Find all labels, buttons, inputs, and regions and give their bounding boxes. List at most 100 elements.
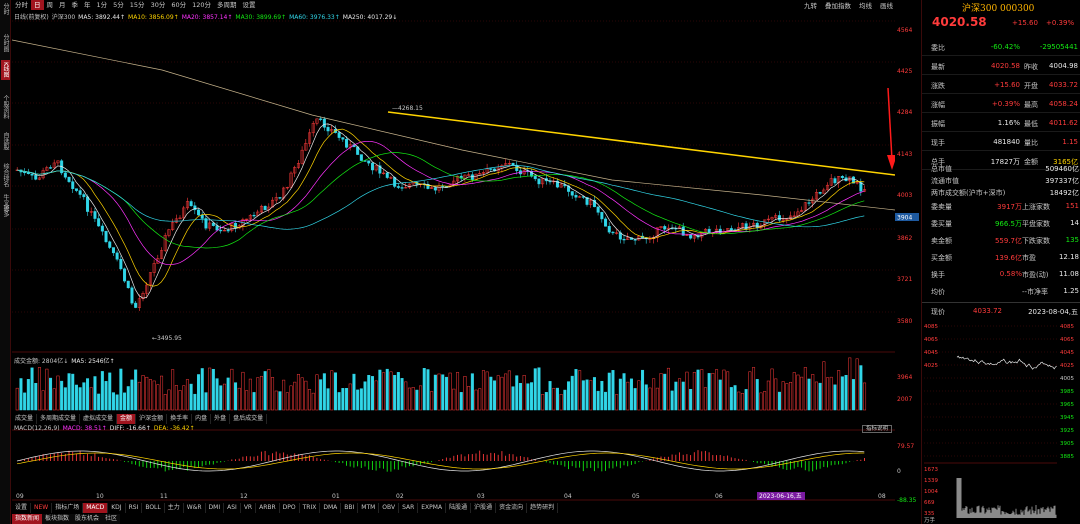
- volume-bar: [100, 371, 104, 411]
- intraday-mini-chart[interactable]: 4085 4085 4065 4065 4045 4045 4025 4025 4005 3985…: [922, 318, 1080, 523]
- toolbar-btn-0[interactable]: 九转: [800, 0, 821, 10]
- volume-bar: [148, 379, 152, 411]
- bottom-tabs-2-tab-2[interactable]: 指标广场: [52, 503, 84, 513]
- tab-period-9[interactable]: 30分: [148, 0, 169, 10]
- bottom-tabs-2-tab-7[interactable]: 主力: [165, 503, 184, 513]
- sidebar-btn-watchlist[interactable]: 自选股: [1, 130, 10, 152]
- sidebar-btn-profile[interactable]: 个股资料: [1, 92, 10, 122]
- bottom-tabs-2-tab-12[interactable]: ARBR: [256, 503, 280, 513]
- indicator-help-button[interactable]: 指标说明: [862, 425, 892, 433]
- toolbar-btn-1[interactable]: 叠加指数: [821, 0, 855, 10]
- tab-period-7[interactable]: 5分: [110, 0, 127, 10]
- bottom-tabs-2-tab-13[interactable]: DPO: [280, 503, 300, 513]
- candle-body: [622, 238, 626, 241]
- vol-tick-0: 3964: [897, 374, 912, 381]
- volume-bar: [507, 370, 511, 411]
- bottom-tabs-1-tab-2[interactable]: 虚拟成交量: [80, 414, 118, 424]
- bottom-tabs-1-tab-4[interactable]: 沪深金额: [136, 414, 168, 424]
- bottom-tabs-1-tab-3[interactable]: 金额: [117, 414, 137, 424]
- bottom-tabs-1-tab-5[interactable]: 换手率: [167, 414, 193, 424]
- volume-bar: [171, 369, 175, 411]
- bottom-tabs-2-tab-10[interactable]: ASI: [224, 503, 241, 513]
- bottom-tabs-2-tab-20[interactable]: EXPMA: [418, 503, 447, 513]
- volume-bar: [840, 376, 844, 411]
- bottom-tabs-2-tab-18[interactable]: OBV: [379, 503, 400, 513]
- bottom-tabs-2-tab-8[interactable]: W&R: [184, 503, 206, 513]
- macd-legend-item-0: MACD(12,26,9): [14, 425, 60, 432]
- tab-period-5[interactable]: 年: [81, 0, 94, 10]
- bottom-tabs-2-tab-14[interactable]: TRIX: [300, 503, 321, 513]
- volume-bar: [711, 372, 715, 411]
- bottom-tabs-3-tab-2[interactable]: 股东机会: [72, 514, 102, 524]
- technical-indicator-tabs: 设置 NEW 指标广场 MACD KDJ RSI BOLL 主力 W&R DMI ASI VR ARBR…: [12, 503, 559, 513]
- bottom-tabs-3-tab-3[interactable]: 社区: [102, 514, 120, 524]
- sidebar-btn-fenshi[interactable]: 分时: [1, 2, 10, 16]
- date-tick-4: 01: [332, 493, 340, 500]
- volume-bar: [252, 392, 256, 411]
- tab-period-2[interactable]: 周: [44, 0, 57, 10]
- bottom-tabs-1-tab-7[interactable]: 外盘: [211, 414, 231, 424]
- candle-body: [840, 176, 844, 178]
- bottom-tabs-2-tab-15[interactable]: DMA: [320, 503, 342, 513]
- bottom-tabs-2-tab-23[interactable]: 资金流向: [496, 503, 528, 513]
- quote-row-1: 最新 4020.58 昨收 4004.98: [922, 57, 1080, 75]
- candle-body: [367, 160, 371, 164]
- tab-period-13[interactable]: 设置: [240, 0, 259, 10]
- tab-period-12[interactable]: 多周期: [214, 0, 240, 10]
- bottom-tabs-2-tab-21[interactable]: 陆股通: [446, 503, 472, 513]
- date-tick-5: 02: [396, 493, 404, 500]
- tab-period-10[interactable]: 60分: [168, 0, 189, 10]
- bottom-tabs-1-tab-8[interactable]: 盘后成交量: [230, 414, 268, 424]
- bottom-tabs-2-tab-4[interactable]: KDJ: [108, 503, 126, 513]
- tab-period-3[interactable]: 月: [56, 0, 69, 10]
- mini-left-tick-3: 4025: [924, 363, 938, 369]
- bottom-tabs-2-tab-17[interactable]: MTM: [358, 503, 380, 513]
- ma20-line: [16, 140, 865, 266]
- tab-period-6[interactable]: 1分: [94, 0, 111, 10]
- volume-bar: [666, 367, 670, 411]
- volume-indicator-tabs: 成交量 多周期成交量 虚拟成交量 金额 沪深金额 换手率 内盘 外盘 盘后成交量: [12, 414, 268, 424]
- sidebar-btn-rank[interactable]: 综合排名: [1, 160, 10, 190]
- tab-period-1[interactable]: 日: [31, 0, 44, 10]
- bottom-tabs-2-tab-19[interactable]: SAR: [399, 503, 419, 513]
- bottom-tabs-2-tab-16[interactable]: BBI: [341, 503, 359, 513]
- volume-bar: [755, 379, 759, 411]
- bottom-tabs-3-tab-0[interactable]: 指数新闻: [12, 514, 43, 524]
- bottom-tabs-2-tab-5[interactable]: RSI: [126, 503, 143, 513]
- bottom-tabs-1-tab-1[interactable]: 多周期成交量: [37, 414, 81, 424]
- tab-period-11[interactable]: 120分: [189, 0, 214, 10]
- toolbar-btn-2[interactable]: 均线: [855, 0, 876, 10]
- bottom-tabs-2-tab-1[interactable]: NEW: [31, 503, 53, 513]
- bottom-tabs-2-tab-22[interactable]: 沪股通: [471, 503, 497, 513]
- candle-body: [49, 167, 53, 169]
- bottom-tabs-2-tab-9[interactable]: DMI: [206, 503, 225, 513]
- volume-bar: [259, 375, 263, 411]
- mini-left-tick-2: 4045: [924, 350, 938, 356]
- volume-bar: [715, 369, 719, 411]
- volume-bar: [622, 373, 626, 411]
- sidebar-btn-kline[interactable]: K线图: [1, 60, 10, 80]
- candle-body: [104, 230, 108, 243]
- bottom-tabs-2-tab-24[interactable]: 趋势研判: [527, 503, 559, 513]
- bottom-tabs-2-tab-6[interactable]: BOLL: [142, 503, 165, 513]
- volume-bar: [137, 381, 141, 411]
- bottom-tabs-3-tab-1[interactable]: 板块指数: [42, 514, 72, 524]
- volume-bar: [289, 385, 293, 411]
- bottom-tabs-2-tab-3[interactable]: MACD: [83, 503, 109, 513]
- volume-bar: [485, 371, 489, 411]
- bottom-tabs-1-tab-0[interactable]: 成交量: [12, 414, 38, 424]
- trend-line[interactable]: [387, 111, 895, 176]
- bottom-tabs-2-tab-11[interactable]: VR: [241, 503, 257, 513]
- volume-bar: [389, 371, 393, 411]
- sidebar-btn-more[interactable]: 更多: [1, 203, 10, 219]
- sidebar-btn-fenshitu[interactable]: 分时图: [1, 32, 10, 54]
- tab-period-0[interactable]: 分时: [12, 0, 31, 10]
- volume-bar: [585, 379, 589, 411]
- tab-period-4[interactable]: 季: [69, 0, 82, 10]
- tab-period-8[interactable]: 15分: [127, 0, 148, 10]
- toolbar-btn-3[interactable]: 画线: [876, 0, 897, 10]
- volume-bar: [641, 369, 645, 411]
- kline-chart[interactable]: —4268.15←3495.95091011120102030405060708…: [12, 20, 895, 510]
- bottom-tabs-1-tab-6[interactable]: 内盘: [192, 414, 212, 424]
- bottom-tabs-2-tab-0[interactable]: 设置: [12, 503, 32, 513]
